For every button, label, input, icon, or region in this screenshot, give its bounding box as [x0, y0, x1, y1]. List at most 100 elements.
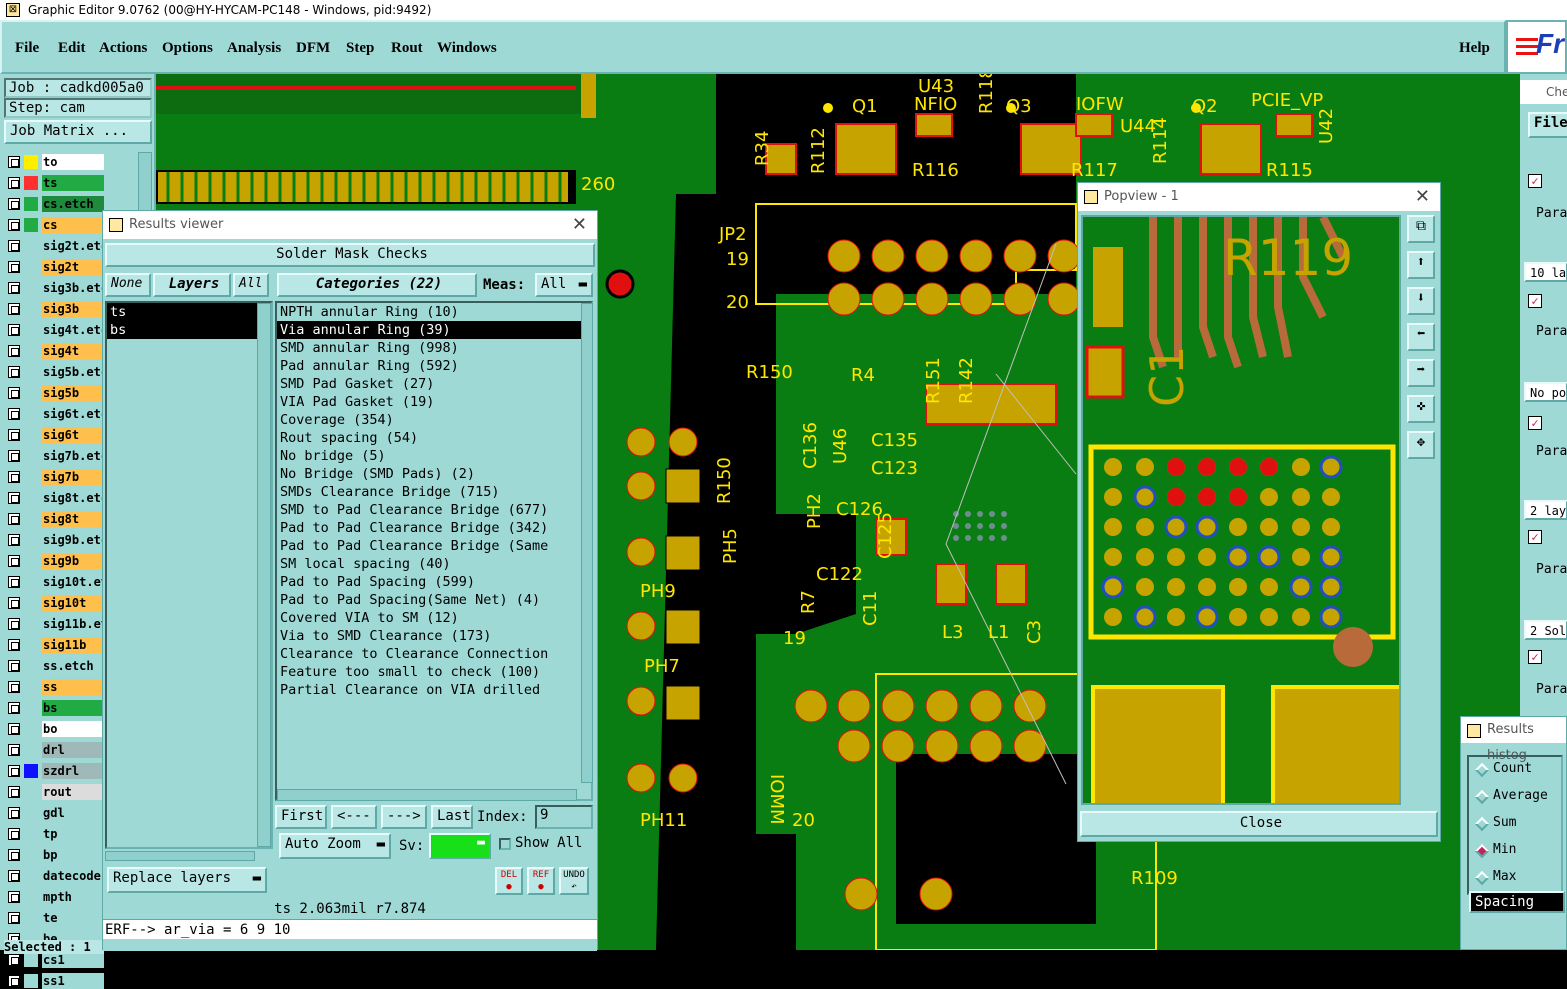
sv-color-select[interactable]: ▬: [429, 833, 491, 859]
next-button[interactable]: --->: [381, 805, 427, 829]
layer-row[interactable]: cs.etch: [6, 196, 104, 212]
layer-color-swatch[interactable]: [24, 722, 38, 736]
layer-row[interactable]: bs: [6, 700, 104, 716]
category-item[interactable]: VIA Pad Gasket (19): [277, 393, 591, 411]
layer-color-swatch[interactable]: [24, 974, 38, 988]
layer-row[interactable]: sig7b.etch: [6, 448, 104, 464]
layer-visibility-checkbox[interactable]: [8, 156, 20, 168]
radio-max[interactable]: [1474, 870, 1490, 886]
layer-name[interactable]: sig9b: [42, 553, 104, 569]
layer-visibility-checkbox[interactable]: [8, 219, 20, 231]
layer-visibility-checkbox[interactable]: [8, 660, 20, 672]
layer-visibility-checkbox[interactable]: [8, 534, 20, 546]
layer-name[interactable]: sig4t.etch: [42, 322, 104, 338]
category-item[interactable]: No bridge (5): [277, 447, 591, 465]
layer-visibility-checkbox[interactable]: [8, 387, 20, 399]
layer-visibility-checkbox[interactable]: [8, 765, 20, 777]
layer-row[interactable]: sig2t.etch: [6, 238, 104, 254]
layer-name[interactable]: cs.etch: [42, 196, 104, 212]
layer-row[interactable]: sig8t: [6, 511, 104, 527]
layer-visibility-checkbox[interactable]: [8, 471, 20, 483]
layer-visibility-checkbox[interactable]: [8, 261, 20, 273]
layer-name[interactable]: sig5b.etch: [42, 364, 104, 380]
layer-row[interactable]: sig2t: [6, 259, 104, 275]
layer-row[interactable]: bp: [6, 847, 104, 863]
category-item[interactable]: SMD to Pad Clearance Bridge (677): [277, 501, 591, 519]
pan-right-icon[interactable]: ➡: [1407, 359, 1435, 387]
layer-visibility-checkbox[interactable]: [8, 702, 20, 714]
category-item[interactable]: Clearance to Clearance Connection: [277, 645, 591, 663]
layer-row[interactable]: ss1: [6, 973, 104, 989]
show-all-checkbox[interactable]: [499, 838, 511, 850]
radio-sum[interactable]: [1474, 816, 1490, 832]
layer-visibility-checkbox[interactable]: [8, 786, 20, 798]
category-item[interactable]: NPTH annular Ring (10): [277, 303, 591, 321]
categories-label-button[interactable]: Categories (22): [277, 273, 477, 297]
layer-name[interactable]: cs: [42, 217, 104, 233]
layer-name[interactable]: szdrl: [42, 763, 104, 779]
meas-select[interactable]: All ▬: [535, 273, 593, 297]
layers-none-button[interactable]: None: [105, 273, 151, 297]
layer-row[interactable]: ss.etch: [6, 658, 104, 674]
layer-visibility-checkbox[interactable]: [8, 198, 20, 210]
layer-name[interactable]: bs: [42, 700, 104, 716]
layer-name[interactable]: sig2t: [42, 259, 104, 275]
layer-name[interactable]: sig10t: [42, 595, 104, 611]
layer-color-swatch[interactable]: [24, 218, 38, 232]
popview-close-button[interactable]: Close: [1080, 811, 1438, 837]
layer-name[interactable]: sig9b.etch: [42, 532, 104, 548]
layer-row[interactable]: sig4t: [6, 343, 104, 359]
layer-name[interactable]: cs1: [42, 952, 104, 968]
layer-row[interactable]: sig6t.etch: [6, 406, 104, 422]
menu-file[interactable]: File: [15, 40, 39, 57]
layer-color-swatch[interactable]: [24, 848, 38, 862]
layer-color-swatch[interactable]: [24, 512, 38, 526]
layer-color-swatch[interactable]: [24, 680, 38, 694]
index-input[interactable]: 9: [535, 805, 593, 829]
layer-row[interactable]: sig10t: [6, 595, 104, 611]
layer-name[interactable]: sig7b.etch: [42, 448, 104, 464]
layer-row[interactable]: to: [6, 154, 104, 170]
category-item[interactable]: Via to SMD Clearance (173): [277, 627, 591, 645]
layer-visibility-checkbox[interactable]: [8, 681, 20, 693]
layer-name[interactable]: sig8t.etch: [42, 490, 104, 506]
solder-mask-checks-header[interactable]: Solder Mask Checks: [105, 243, 595, 267]
pan-left-icon[interactable]: ⬅: [1407, 323, 1435, 351]
layer-color-swatch[interactable]: [24, 617, 38, 631]
layer-visibility-checkbox[interactable]: [8, 975, 20, 987]
layer-name[interactable]: sig3b: [42, 301, 104, 317]
layer-visibility-checkbox[interactable]: [8, 618, 20, 630]
menu-dfm[interactable]: DFM: [296, 40, 330, 57]
layer-visibility-checkbox[interactable]: [8, 345, 20, 357]
layer-color-swatch[interactable]: [24, 806, 38, 820]
layer-row[interactable]: sig8t.etch: [6, 490, 104, 506]
layer-row[interactable]: te: [6, 910, 104, 926]
layer-name[interactable]: bp: [42, 847, 104, 863]
layer-color-swatch[interactable]: [24, 764, 38, 778]
pan-up-icon[interactable]: ⬆: [1407, 251, 1435, 279]
layer-name[interactable]: sig11b: [42, 637, 104, 653]
layer-name[interactable]: sig11b.etch: [42, 616, 104, 632]
layer-visibility-checkbox[interactable]: [8, 324, 20, 336]
layer-name[interactable]: bo: [42, 721, 104, 737]
menu-edit[interactable]: Edit: [58, 40, 86, 57]
layer-row[interactable]: cs1: [6, 952, 104, 968]
layer-color-swatch[interactable]: [24, 365, 38, 379]
layer-row[interactable]: sig11b.etch: [6, 616, 104, 632]
layer-visibility-checkbox[interactable]: [8, 555, 20, 567]
category-item[interactable]: Pad annular Ring (592): [277, 357, 591, 375]
layer-visibility-checkbox[interactable]: [8, 954, 20, 966]
layer-visibility-checkbox[interactable]: [8, 639, 20, 651]
layers-label-button[interactable]: Layers: [153, 273, 231, 297]
layer-color-swatch[interactable]: [24, 428, 38, 442]
replace-layers-select[interactable]: Replace layers ▬: [107, 867, 267, 893]
layer-row[interactable]: sig10t.etch: [6, 574, 104, 590]
prev-button[interactable]: <---: [331, 805, 377, 829]
layer-row[interactable]: rout: [6, 784, 104, 800]
category-scrollbar[interactable]: [581, 303, 593, 783]
check-toggle-5[interactable]: ✓: [1528, 650, 1542, 664]
layer-name[interactable]: ss.etch: [42, 658, 104, 674]
menu-analysis[interactable]: Analysis: [227, 40, 281, 57]
layer-row[interactable]: sig6t: [6, 427, 104, 443]
layer-color-swatch[interactable]: [24, 323, 38, 337]
